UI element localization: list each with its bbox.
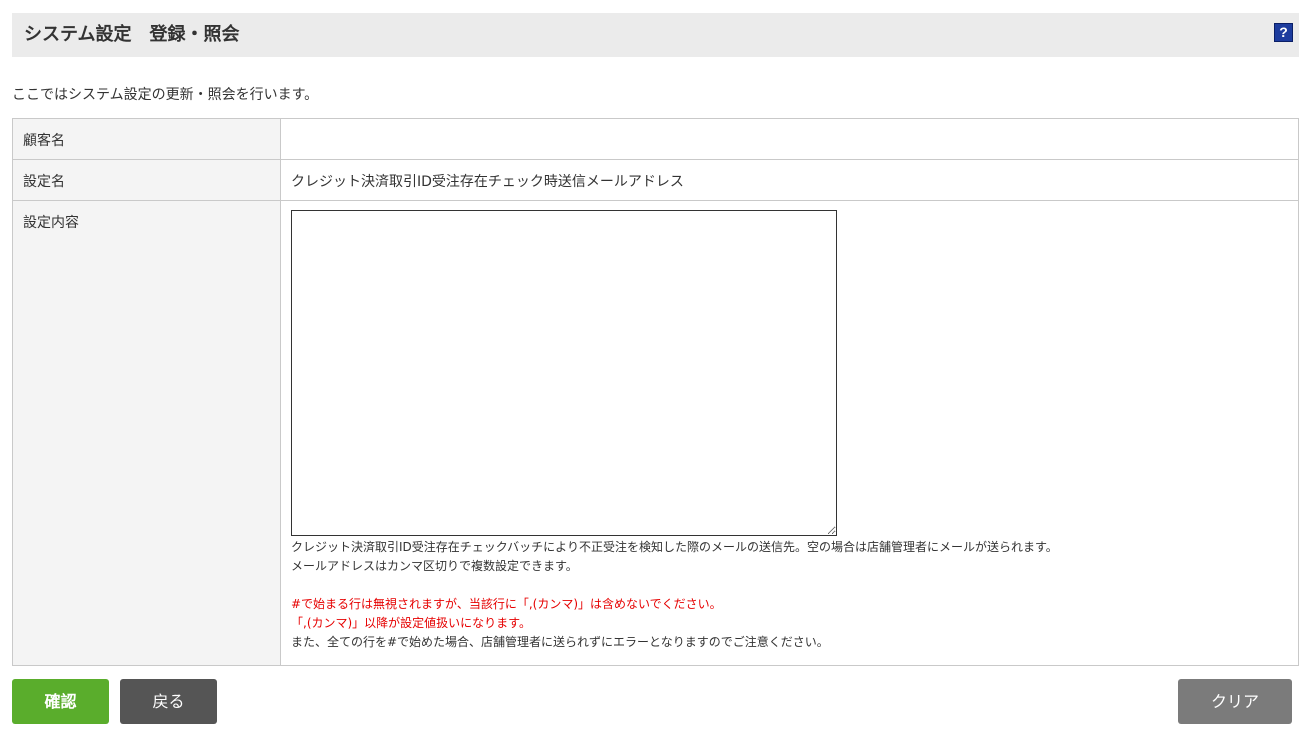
confirm-button[interactable]: 確認	[12, 679, 109, 724]
setting-content-row: 設定内容 クレジット決済取引ID受注存在チェックバッチにより不正受注を検知した際…	[12, 200, 1299, 666]
setting-name-row: 設定名 クレジット決済取引ID受注存在チェック時送信メールアドレス	[12, 159, 1299, 201]
setting-name-value: クレジット決済取引ID受注存在チェック時送信メールアドレス	[280, 159, 1299, 201]
setting-name-label: 設定名	[12, 159, 281, 201]
help-icon[interactable]: ?	[1274, 23, 1293, 42]
help-line-recipient: クレジット決済取引ID受注存在チェックバッチにより不正受注を検知した際のメールの…	[291, 540, 1058, 554]
setting-content-label: 設定内容	[12, 200, 281, 666]
intro-text: ここではシステム設定の更新・照会を行います。	[12, 87, 319, 103]
customer-label: 顧客名	[12, 118, 281, 160]
setting-content-textarea[interactable]	[291, 210, 837, 536]
help-line-comma: メールアドレスはカンマ区切りで複数設定できます。	[291, 559, 578, 573]
warning-line-hash: #で始まる行は無視されますが、当該行に「,(カンマ)」は含めないでください。	[291, 597, 722, 611]
customer-row: 顧客名	[12, 118, 1299, 160]
setting-content-cell: クレジット決済取引ID受注存在チェックバッチにより不正受注を検知した際のメールの…	[280, 200, 1299, 666]
help-spacer	[291, 576, 1288, 595]
help-text: クレジット決済取引ID受注存在チェックバッチにより不正受注を検知した際のメールの…	[291, 538, 1288, 652]
settings-form-table: 顧客名 設定名 クレジット決済取引ID受注存在チェック時送信メールアドレス 設定…	[12, 118, 1299, 666]
page-header: システム設定 登録・照会 ?	[12, 13, 1299, 57]
back-button[interactable]: 戻る	[120, 679, 217, 724]
customer-value	[280, 118, 1299, 160]
page-title: システム設定 登録・照会	[24, 24, 240, 45]
warning-line-comma: 「,(カンマ)」以降が設定値扱いになります。	[291, 616, 531, 630]
help-line-error: また、全ての行を#で始めた場合、店舗管理者に送られずにエラーとなりますのでご注意…	[291, 635, 829, 649]
clear-button[interactable]: クリア	[1178, 679, 1292, 724]
